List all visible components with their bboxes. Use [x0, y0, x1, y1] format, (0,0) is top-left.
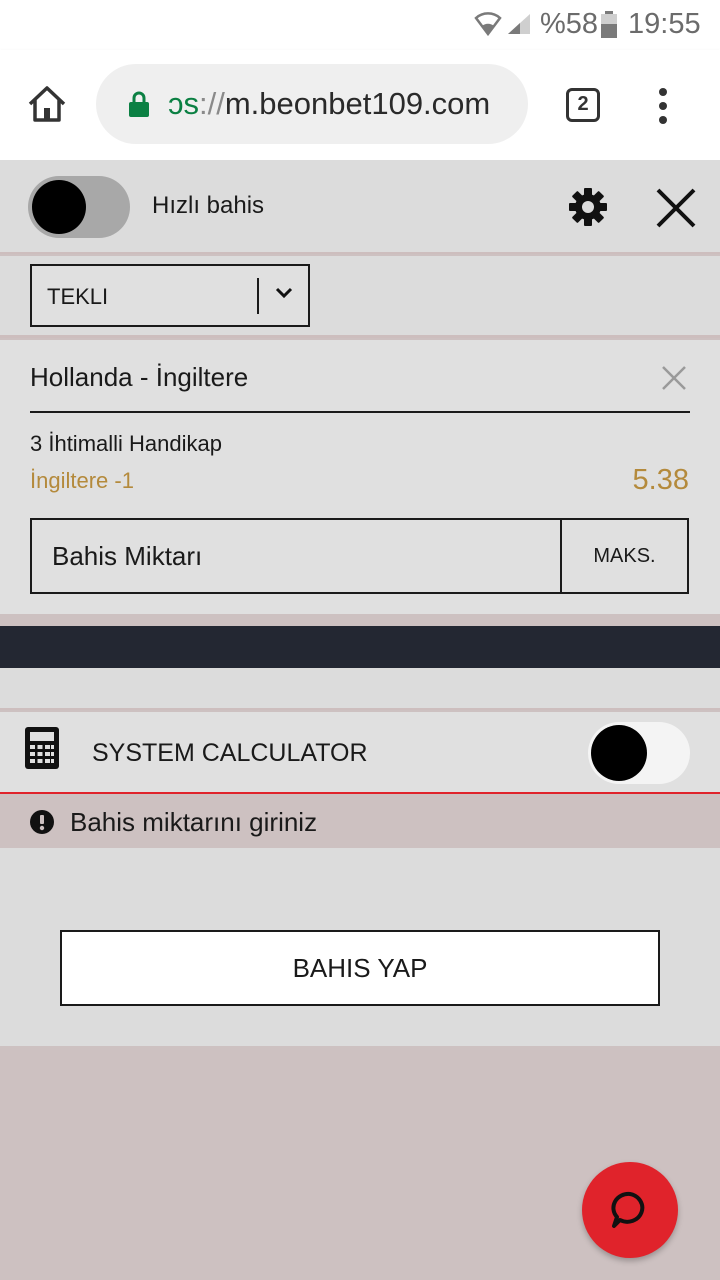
- clock: 19:55: [628, 8, 701, 40]
- separator-strip: [0, 614, 720, 626]
- quick-bet-toggle[interactable]: [28, 176, 130, 238]
- url-separator: ://: [199, 86, 225, 121]
- more-vert-icon[interactable]: [654, 86, 674, 126]
- market-name: 3 İhtimalli Handikap: [30, 431, 222, 456]
- toggle-knob: [591, 725, 647, 781]
- max-stake-button[interactable]: MAKS.: [560, 520, 687, 592]
- dark-bar: [0, 626, 720, 668]
- status-bar: %58 19:55: [0, 0, 720, 50]
- battery-percentage: %58: [540, 8, 599, 40]
- close-icon[interactable]: [654, 186, 698, 230]
- action-area: BAHIS YAP: [0, 848, 720, 1046]
- warning-text: Bahis miktarını giriniz: [70, 807, 318, 837]
- url-host: m.beonbet109.com: [224, 86, 491, 121]
- quick-bet-label: Hızlı bahis: [152, 192, 265, 219]
- stake-input[interactable]: [32, 520, 560, 592]
- selection-name: İngiltere -1: [30, 468, 134, 493]
- toggle-knob: [32, 180, 86, 234]
- address-bar[interactable]: ɔs://m.beonbet109.com: [96, 64, 528, 144]
- chevron-down-icon: [275, 287, 293, 299]
- bet-card: Hollanda - İngiltere 3 İhtimalli Handika…: [0, 340, 720, 614]
- spacer: [0, 668, 720, 710]
- gear-icon[interactable]: [567, 186, 609, 228]
- url-text: ɔs://m.beonbet109.com: [168, 86, 490, 122]
- match-name: Hollanda - İngiltere: [30, 362, 249, 392]
- select-divider: [257, 278, 259, 314]
- quick-bet-row: Hızlı bahis: [0, 160, 720, 254]
- odds-value: 5.38: [632, 464, 689, 496]
- exclamation-icon: [30, 810, 54, 834]
- system-calculator-row: SYSTEM CALCULATOR: [0, 712, 720, 794]
- signal-icon: [508, 14, 530, 34]
- browser-toolbar: ɔs://m.beonbet109.com 2: [0, 50, 720, 160]
- tabs-button[interactable]: 2: [566, 88, 600, 122]
- system-calculator-label: SYSTEM CALCULATOR: [92, 739, 368, 767]
- chat-button[interactable]: [582, 1162, 678, 1258]
- chat-icon: [611, 1191, 645, 1228]
- system-calculator-toggle[interactable]: [588, 722, 690, 784]
- bet-type-row: TEKLI: [0, 256, 720, 338]
- remove-icon[interactable]: [660, 364, 688, 392]
- home-icon[interactable]: [26, 84, 68, 124]
- warning-row: Bahis miktarını giriniz: [0, 796, 720, 848]
- wifi-icon: [474, 12, 502, 36]
- bet-type-select[interactable]: TEKLI: [30, 264, 310, 327]
- lock-icon: [129, 91, 149, 117]
- place-bet-button[interactable]: BAHIS YAP: [60, 930, 660, 1006]
- battery-icon: [601, 11, 617, 38]
- calculator-icon: [25, 727, 59, 769]
- bet-type-value: TEKLI: [47, 284, 109, 309]
- stake-box: MAKS.: [30, 518, 689, 594]
- match-divider: [30, 411, 690, 413]
- url-scheme: ɔs: [168, 86, 199, 121]
